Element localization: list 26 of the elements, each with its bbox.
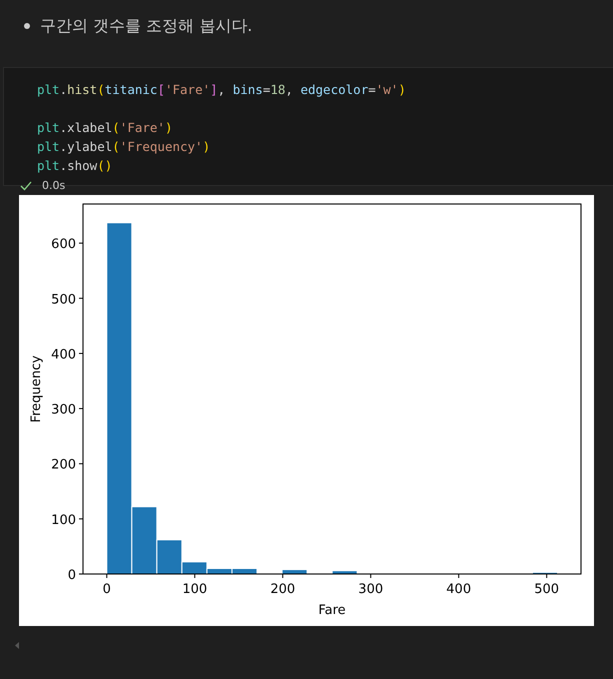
- histogram-bar: [282, 569, 308, 574]
- x-tick-label: 100: [182, 582, 208, 597]
- execution-time: 0.0s: [42, 179, 66, 192]
- bullet-dot: [24, 23, 30, 29]
- y-tick-label: 600: [51, 237, 76, 252]
- x-tick-label: 500: [534, 582, 560, 597]
- y-tick-label: 100: [51, 512, 76, 528]
- x-tick-label: 200: [270, 582, 296, 597]
- y-tick-label: 0: [68, 568, 76, 583]
- x-tick-label: 0: [102, 582, 111, 597]
- histogram-bar: [532, 572, 558, 574]
- code-line: plt.hist(titanic['Fare'], bins=18, edgecolor='w'): [36, 81, 407, 99]
- x-axis-label: Fare: [318, 603, 346, 618]
- histogram-bar: [332, 570, 358, 574]
- y-tick-label: 500: [51, 292, 76, 308]
- code-line: plt.xlabel('Fare'): [36, 119, 174, 137]
- scroll-left-icon[interactable]: [15, 642, 19, 649]
- code-line: plt.show(): [36, 157, 114, 175]
- x-tick-label: 400: [446, 582, 472, 597]
- bullet-text: 구간의 갯수를 조정해 봅시다.: [40, 16, 252, 36]
- y-tick-label: 200: [51, 458, 76, 473]
- y-tick-label: 400: [51, 347, 76, 362]
- y-axis-label: Frequency: [29, 355, 44, 423]
- code-line: plt.ylabel('Frequency'): [36, 138, 212, 156]
- x-tick-label: 300: [358, 582, 384, 597]
- y-tick-label: 300: [51, 402, 76, 418]
